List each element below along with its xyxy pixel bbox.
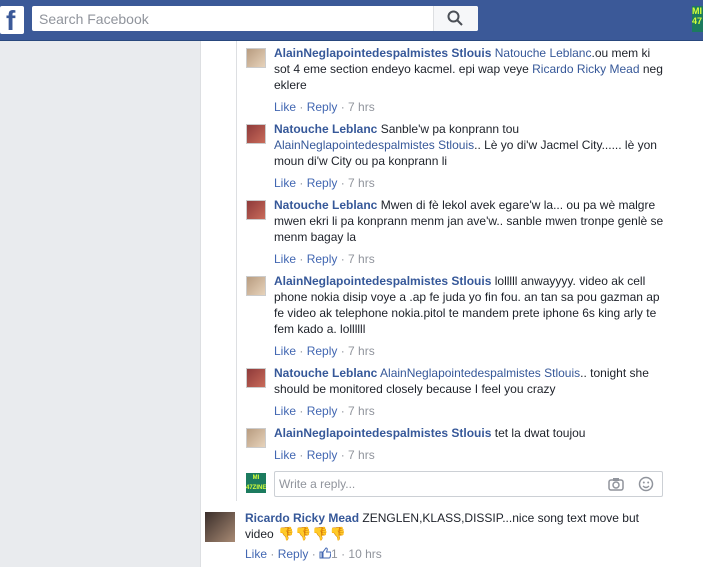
current-user-avatar[interactable]: MI 47ZINE: [246, 473, 266, 493]
tagged-user[interactable]: Ricardo Ricky Mead: [532, 62, 639, 76]
like-link[interactable]: Like: [274, 448, 296, 462]
commenter-name[interactable]: Natouche Leblanc: [274, 366, 377, 380]
reply-link[interactable]: Reply: [307, 176, 338, 190]
timestamp[interactable]: 7 hrs: [348, 176, 375, 190]
avatar[interactable]: [246, 200, 266, 220]
reply-actions: Like · Reply · 7 hrs: [274, 448, 375, 462]
reply-actions: Like · Reply · 7 hrs: [274, 404, 375, 418]
top-bar: f MI 47: [0, 0, 703, 41]
facebook-logo-letter: f: [6, 5, 16, 36]
avatar[interactable]: [205, 512, 235, 542]
commenter-name[interactable]: AlainNeglapointedespalmistes Stlouis: [274, 46, 491, 60]
like-link[interactable]: Like: [245, 547, 267, 561]
reply-text-segment: tet la dwat toujou: [494, 426, 586, 440]
like-count-value: 1: [331, 547, 338, 561]
camera-icon[interactable]: [608, 477, 624, 491]
reply-body: Natouche Leblanc Mwen di fè lekol avek e…: [274, 197, 666, 267]
like-link[interactable]: Like: [274, 404, 296, 418]
like-link[interactable]: Like: [274, 344, 296, 358]
reply-body: AlainNeglapointedespalmistes Stlouis tet…: [274, 425, 666, 463]
tagged-user[interactable]: AlainNeglapointedespalmistes Stlouis: [380, 366, 580, 380]
like-link[interactable]: Like: [274, 176, 296, 190]
reply-text: Natouche Leblanc Mwen di fè lekol avek e…: [274, 197, 666, 245]
reply-body: Natouche Leblanc AlainNeglapointedespalm…: [274, 365, 666, 419]
avatar[interactable]: [246, 276, 266, 296]
facebook-logo[interactable]: f: [0, 5, 24, 36]
reply-body: AlainNeglapointedespalmistes Stlouis lol…: [274, 273, 666, 359]
like-link[interactable]: Like: [274, 252, 296, 266]
search-input[interactable]: [32, 6, 434, 31]
reply-actions: Like · Reply · 7 hrs: [274, 100, 375, 114]
reply-text: AlainNeglapointedespalmistes Stlouis lol…: [274, 273, 666, 337]
avatar[interactable]: [246, 368, 266, 388]
commenter-name[interactable]: Natouche Leblanc: [274, 198, 377, 212]
thumbs-up-icon: [319, 547, 332, 559]
like-count[interactable]: 1: [319, 547, 338, 561]
thumbs-down-icon: 👎: [312, 526, 329, 541]
reply-link[interactable]: Reply: [307, 404, 338, 418]
timestamp[interactable]: 7 hrs: [348, 404, 375, 418]
comment-body: Ricardo Ricky Mead ZENGLEN,KLASS,DISSIP.…: [245, 510, 655, 562]
profile-avatar[interactable]: MI 47: [692, 6, 703, 32]
reply-link[interactable]: Reply: [278, 547, 309, 561]
commenter-name[interactable]: Natouche Leblanc: [274, 122, 377, 136]
timestamp[interactable]: 10 hrs: [348, 547, 381, 561]
reply-actions: Like · Reply · 7 hrs: [274, 176, 375, 190]
reply-link[interactable]: Reply: [307, 100, 338, 114]
reply-text: Natouche Leblanc Sanble'w pa konprann to…: [274, 121, 666, 169]
reply-link[interactable]: Reply: [307, 252, 338, 266]
commenter-name[interactable]: AlainNeglapointedespalmistes Stlouis: [274, 274, 491, 288]
reply-text-segment: Sanble'w pa konprann tou: [380, 122, 520, 136]
thumbs-down-icon: 👎: [329, 526, 346, 541]
write-reply-placeholder: Write a reply...: [279, 477, 356, 491]
commenter-name[interactable]: AlainNeglapointedespalmistes Stlouis: [274, 426, 491, 440]
tagged-user[interactable]: AlainNeglapointedespalmistes Stlouis: [274, 138, 474, 152]
comment-text: Ricardo Ricky Mead ZENGLEN,KLASS,DISSIP.…: [245, 510, 655, 542]
comment-actions: Like · Reply · 1 · 10 hrs: [245, 547, 382, 561]
write-reply-row: MI 47ZINE Write a reply...: [246, 471, 666, 497]
timestamp[interactable]: 7 hrs: [348, 344, 375, 358]
commenter-name[interactable]: Ricardo Ricky Mead: [245, 511, 359, 525]
reply-link[interactable]: Reply: [307, 344, 338, 358]
left-column: [0, 41, 200, 567]
write-reply-input[interactable]: Write a reply...: [274, 471, 663, 497]
reply-actions: Like · Reply · 7 hrs: [274, 252, 375, 266]
reply-text: AlainNeglapointedespalmistes Stlouis Nat…: [274, 45, 666, 93]
tagged-user[interactable]: Natouche Leblanc: [495, 46, 592, 60]
timestamp[interactable]: 7 hrs: [348, 448, 375, 462]
avatar[interactable]: [246, 124, 266, 144]
search-icon: [447, 10, 463, 26]
timestamp[interactable]: 7 hrs: [348, 100, 375, 114]
timestamp[interactable]: 7 hrs: [348, 252, 375, 266]
thumbs-down-icon: 👎: [278, 526, 295, 541]
emoji-icon[interactable]: [638, 476, 654, 492]
reply-actions: Like · Reply · 7 hrs: [274, 344, 375, 358]
avatar[interactable]: [246, 428, 266, 448]
search-button[interactable]: [433, 6, 478, 31]
reply-link[interactable]: Reply: [307, 448, 338, 462]
reply-body: AlainNeglapointedespalmistes Stlouis Nat…: [274, 45, 666, 115]
reply-body: Natouche Leblanc Sanble'w pa konprann to…: [274, 121, 666, 191]
reply-text: Natouche Leblanc AlainNeglapointedespalm…: [274, 365, 666, 397]
avatar[interactable]: [246, 48, 266, 68]
like-link[interactable]: Like: [274, 100, 296, 114]
reply-text: AlainNeglapointedespalmistes Stlouis tet…: [274, 425, 666, 441]
search-box: [32, 6, 478, 31]
thumbs-down-icon: 👎: [295, 526, 312, 541]
